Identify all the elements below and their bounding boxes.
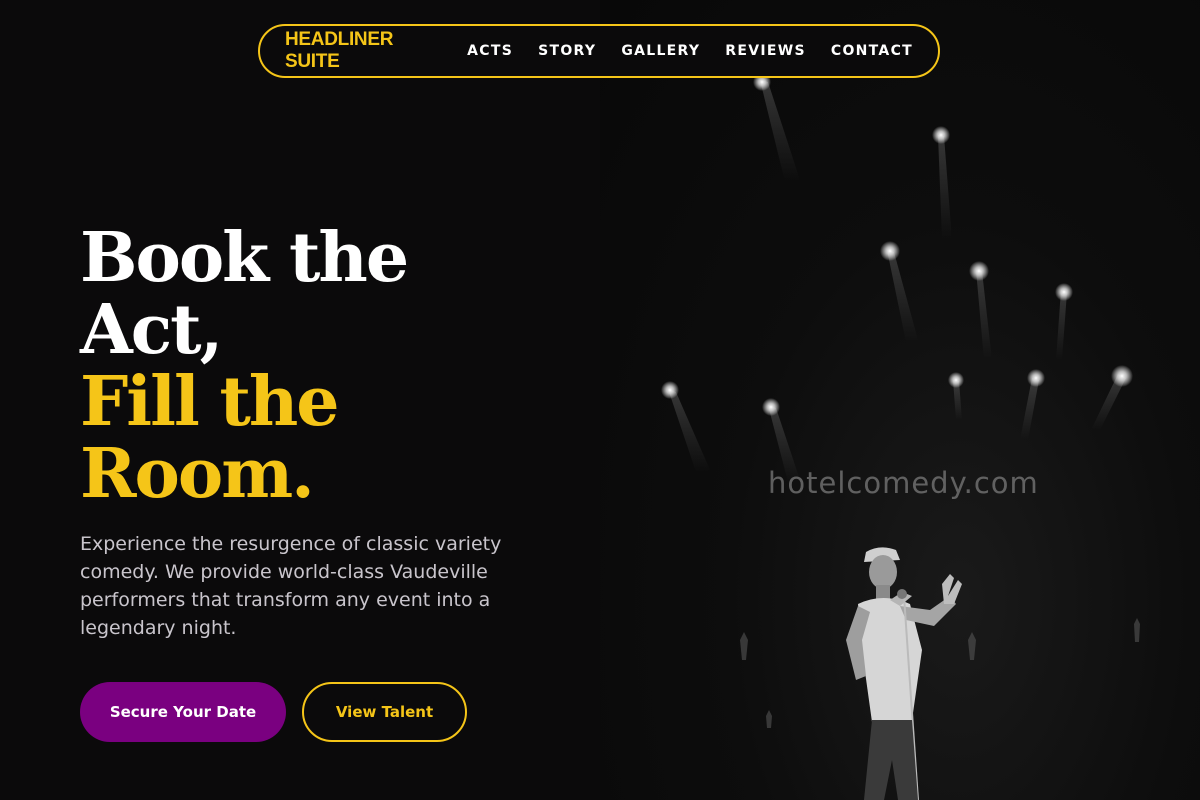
main-nav: HEADLINER SUITE ACTS STORY GALLERY REVIE… [258,24,940,78]
brand-logo[interactable]: HEADLINER SUITE [285,29,435,73]
headline-line-1: Book the [80,218,409,298]
nav-link-story[interactable]: STORY [538,43,596,59]
nav-link-reviews[interactable]: REVIEWS [725,43,806,59]
hero-photo: hotelcomedy.com [600,0,1200,800]
headline-line-3: Fill the [80,362,340,442]
nav-link-gallery[interactable]: GALLERY [621,43,700,59]
secure-date-button[interactable]: Secure Your Date [80,682,286,742]
nav-links: ACTS STORY GALLERY REVIEWS CONTACT [467,43,938,59]
performer-figure [846,547,962,800]
hero-headline: Book the Act, Fill the Room. [80,218,409,514]
stage-performer-image [661,73,1140,800]
headline-line-4: Room. [80,434,315,514]
view-talent-button[interactable]: View Talent [302,682,467,742]
nav-link-acts[interactable]: ACTS [467,43,513,59]
headline-line-2: Act, [80,290,223,370]
nav-link-contact[interactable]: CONTACT [831,43,913,59]
hero-lead-text: Experience the resurgence of classic var… [80,533,502,639]
photo-watermark: hotelcomedy.com [768,466,1039,500]
